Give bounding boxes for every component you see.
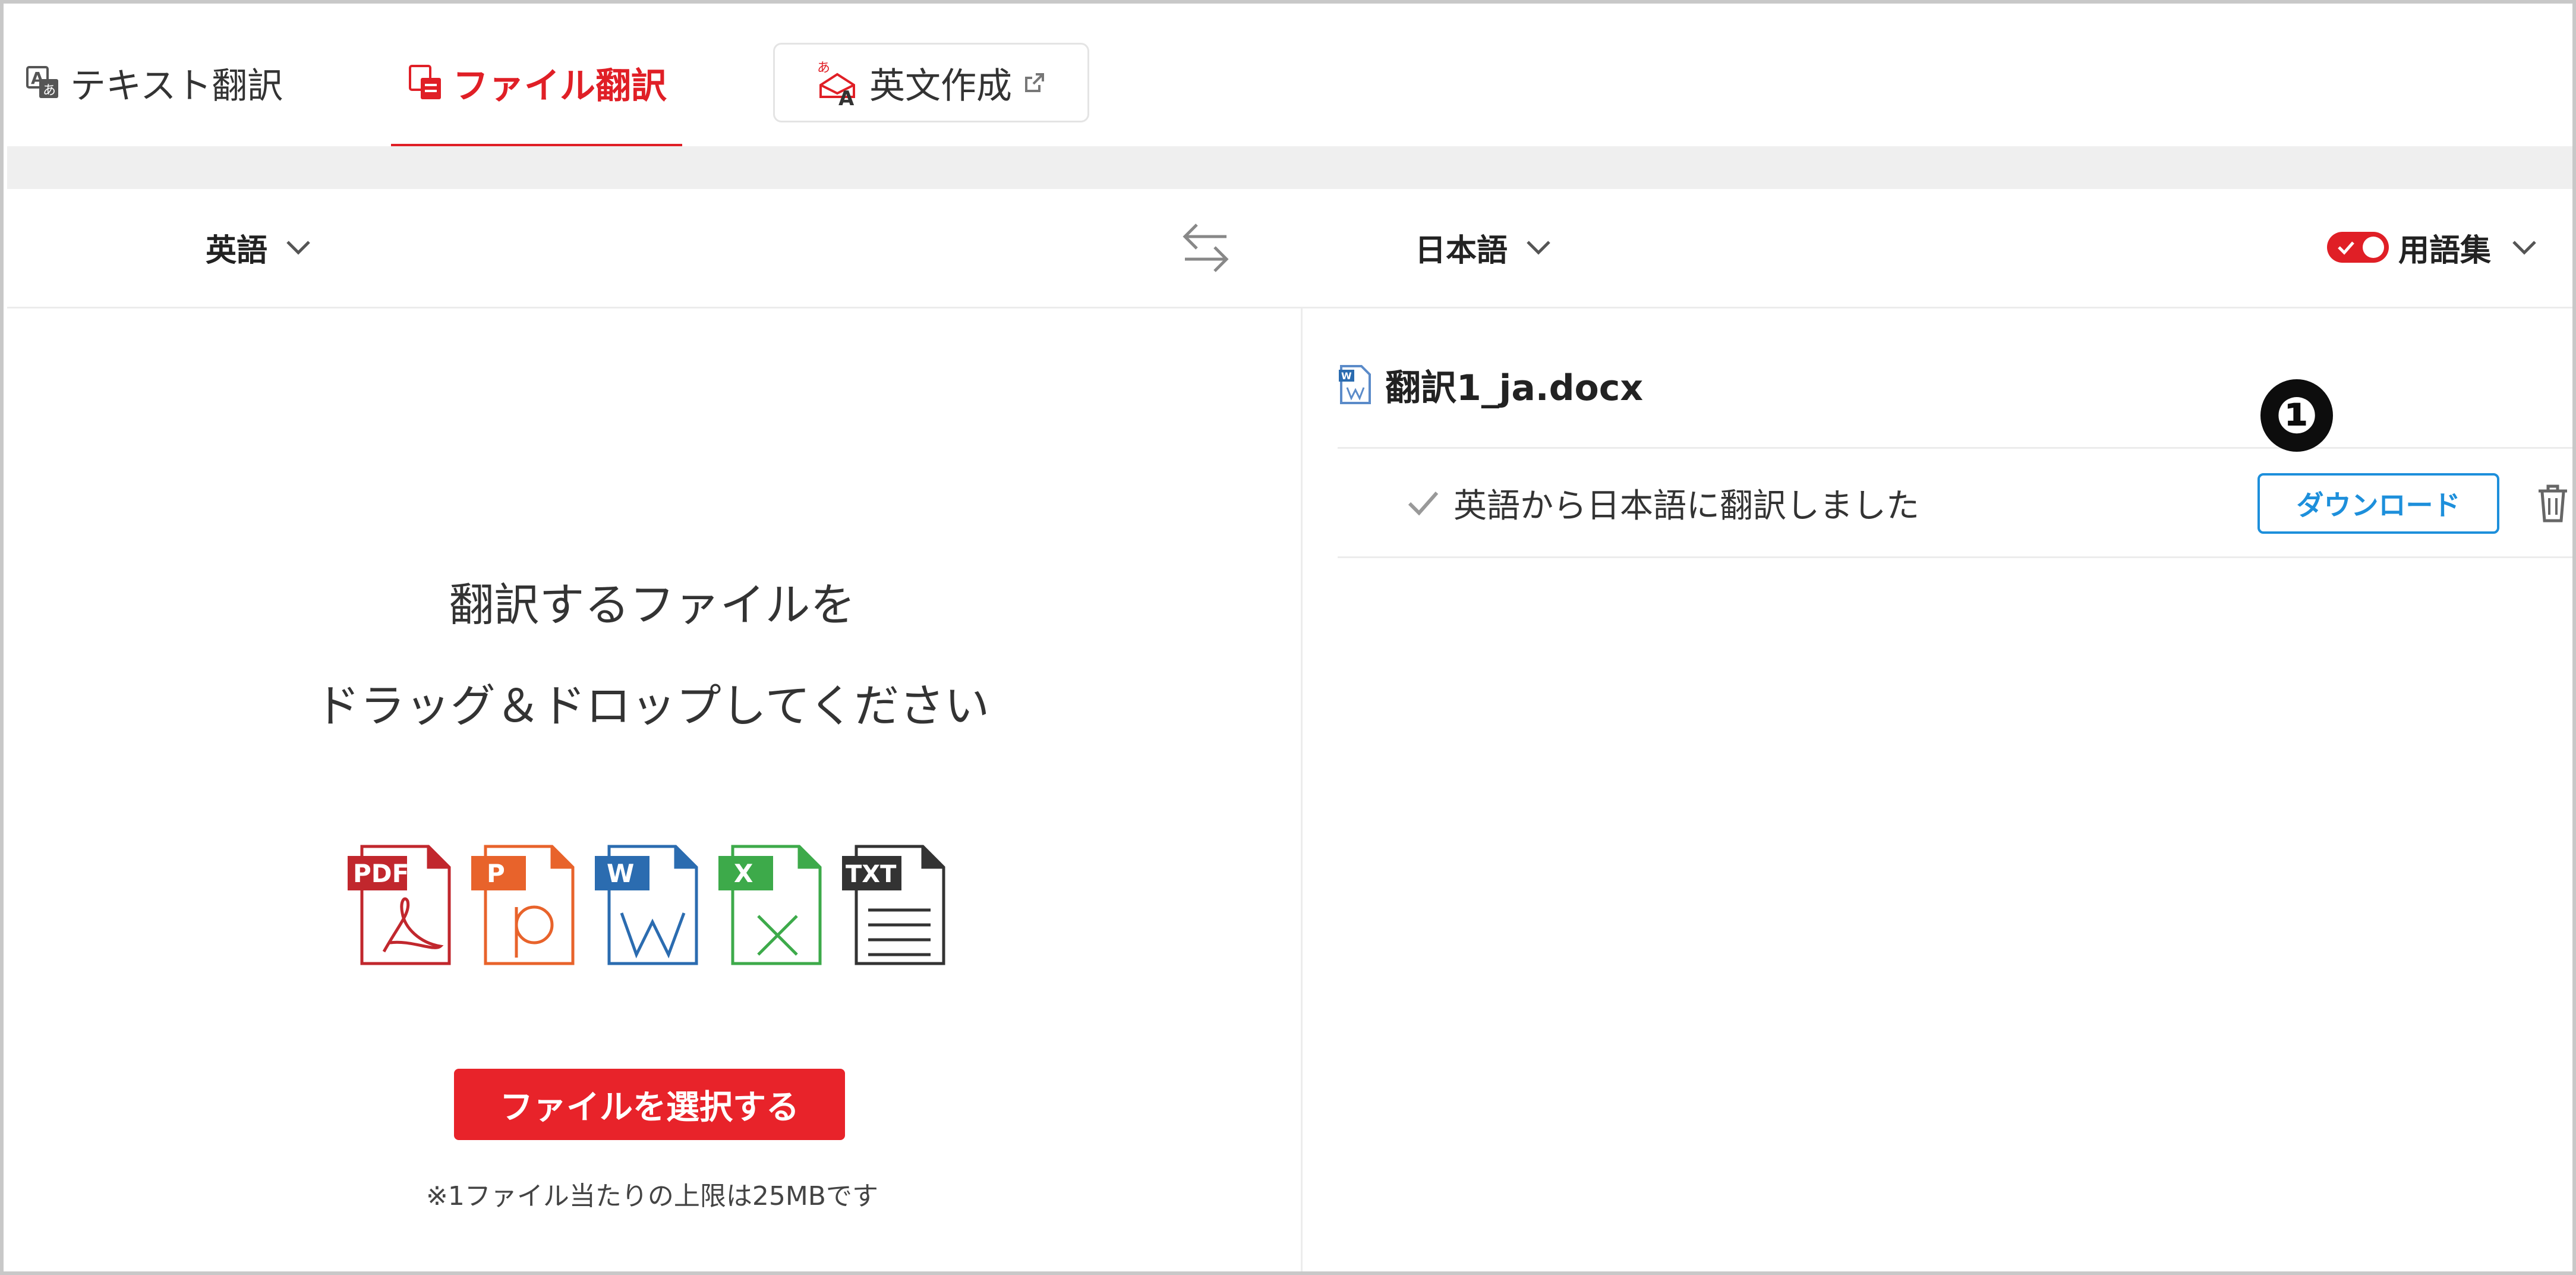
check-icon	[2338, 241, 2354, 255]
word-file-icon: W	[595, 845, 698, 965]
file-size-limit-note: ※1ファイル当たりの上限は25MBです	[426, 1181, 878, 1211]
callout-marker: ❶	[2260, 379, 2333, 452]
tab-text-translate-label: テキスト翻訳	[70, 65, 283, 107]
source-language-select[interactable]: 英語	[206, 221, 311, 274]
trash-icon[interactable]	[2536, 484, 2569, 523]
text-translate-icon: A あ	[26, 66, 58, 98]
svg-text:P: P	[487, 859, 505, 888]
txt-file-icon: TXT	[842, 845, 945, 965]
powerpoint-file-icon: P	[471, 845, 575, 965]
check-icon	[1408, 492, 1439, 516]
drop-zone-instruction-1: 翻訳するファイルを	[449, 578, 856, 631]
download-button[interactable]: ダウンロード	[2257, 473, 2499, 534]
separator-band	[7, 146, 2572, 189]
svg-text:PDF: PDF	[353, 859, 409, 888]
target-language-select[interactable]: 日本語	[1415, 221, 1552, 274]
pane-divider	[1301, 308, 1303, 1271]
svg-text:W: W	[607, 859, 634, 888]
translated-file-name: 翻訳1_ja.docx	[1385, 367, 1644, 409]
svg-text:あ: あ	[817, 61, 830, 75]
english-writing-icon: あ A	[817, 61, 855, 106]
app-window: A あ テキスト翻訳 ファイル翻訳 あ A 英文作成 英語 日本語 用語集 翻訳…	[0, 0, 2576, 1275]
svg-text:TXT: TXT	[846, 861, 897, 888]
tab-english-writing-label: 英文作成	[869, 65, 1012, 107]
translation-status-text: 英語から日本語に翻訳しました	[1453, 486, 1919, 525]
file-translate-icon	[409, 65, 441, 99]
tab-english-writing[interactable]: あ A 英文作成	[773, 43, 1089, 122]
select-file-button[interactable]: ファイルを選択する	[454, 1069, 845, 1140]
glossary-label: 用語集	[2398, 232, 2492, 269]
source-language-label: 英語	[206, 232, 268, 269]
drop-zone-instruction-2: ドラッグ＆ドロップしてください	[314, 679, 990, 732]
chevron-down-icon	[2512, 241, 2536, 255]
tab-file-translate[interactable]: ファイル翻訳	[409, 56, 667, 109]
translated-file-row: W 翻訳1_ja.docx	[1338, 358, 1643, 411]
glossary-toggle[interactable]	[2327, 232, 2389, 263]
external-link-icon	[1025, 73, 1044, 92]
language-bar	[7, 189, 2572, 308]
toggle-knob	[2363, 237, 2384, 258]
tab-file-translate-label: ファイル翻訳	[453, 65, 667, 107]
chevron-down-icon	[1527, 241, 1550, 255]
divider	[1338, 447, 2572, 449]
svg-text:W: W	[1341, 370, 1352, 382]
excel-file-icon: X	[718, 845, 822, 965]
svg-text:X: X	[734, 859, 753, 888]
svg-text:A: A	[838, 87, 855, 106]
supported-file-types: PDF P W X TXT	[348, 845, 945, 965]
chevron-down-icon	[286, 241, 310, 255]
translation-status: 英語から日本語に翻訳しました	[1406, 473, 1919, 533]
pdf-file-icon: PDF	[348, 845, 451, 965]
swap-languages-icon[interactable]	[1179, 218, 1232, 277]
docx-file-icon: W	[1339, 365, 1371, 404]
glossary-control[interactable]: 用語集	[2327, 221, 2537, 274]
tab-text-translate[interactable]: A あ テキスト翻訳	[26, 56, 283, 109]
svg-text:あ: あ	[43, 83, 56, 98]
divider	[1338, 556, 2572, 558]
target-language-label: 日本語	[1415, 232, 1508, 269]
